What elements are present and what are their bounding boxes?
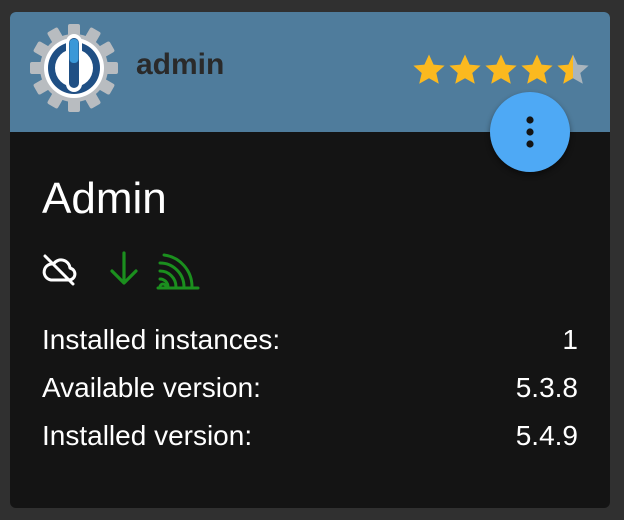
info-value: 1 [562,324,578,355]
cloud-off-icon [42,254,77,286]
iobroker-logo-icon [30,24,118,112]
signal-icon [156,253,200,290]
star-icon[interactable] [448,53,482,87]
info-row-available-version: Available version: 5.3.8 [42,370,578,406]
star-icon[interactable] [556,53,590,87]
info-value: 5.4.9 [515,420,578,451]
info-label: Installed version: [42,420,253,451]
star-icon[interactable] [484,53,518,87]
card-header: admin [10,12,610,172]
adapter-card: admin Admin Installed instances: 1 Avail… [10,12,610,508]
more-vertical-icon [526,116,534,148]
info-label: Available version: [42,372,261,403]
star-icon[interactable] [412,53,446,87]
adapter-name: admin [136,48,225,81]
more-options-button[interactable] [490,92,570,172]
adapter-title: Admin [42,174,167,223]
star-icon[interactable] [520,53,554,87]
info-row-installed-version: Installed version: 5.4.9 [42,418,578,454]
info-value: 5.3.8 [515,372,578,403]
info-label: Installed instances: [42,324,281,355]
rating-stars[interactable] [412,53,590,87]
info-row-installed-instances: Installed instances: 1 [42,322,578,358]
arrow-down-icon [110,251,138,285]
